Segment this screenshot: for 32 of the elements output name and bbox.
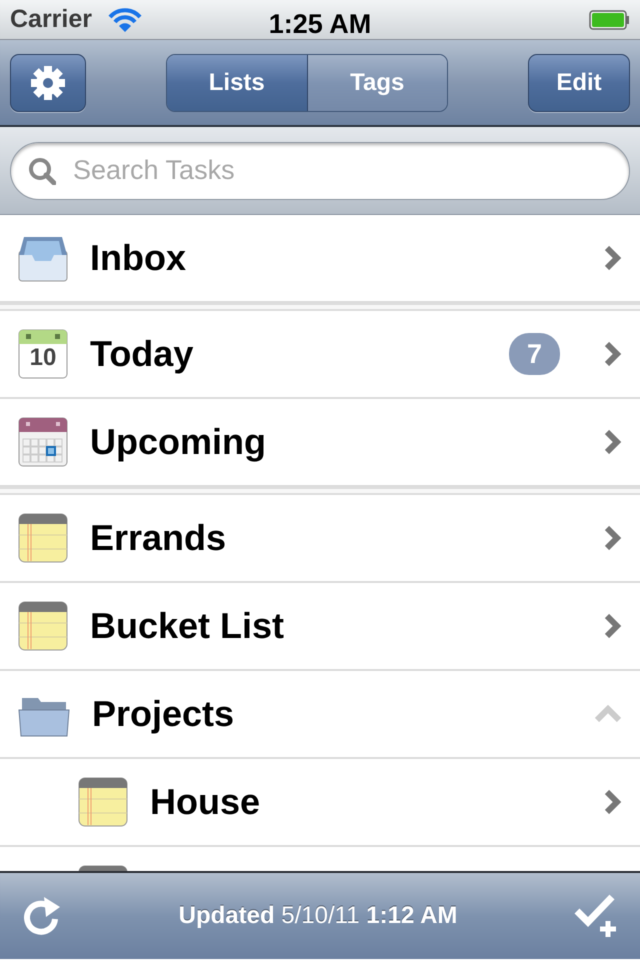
chevron-right-icon [604, 429, 622, 455]
list-row[interactable]: Errands [0, 495, 640, 583]
list-row[interactable]: Projects [0, 671, 640, 759]
search-field[interactable]: Search Tasks [10, 142, 630, 200]
search-icon [28, 156, 56, 184]
edit-button[interactable]: Edit [528, 54, 630, 112]
refresh-button[interactable] [22, 895, 62, 937]
count-badge: 7 [508, 332, 560, 376]
settings-button[interactable] [10, 54, 86, 112]
chevron-right-icon [604, 341, 622, 367]
chevron-right-icon [604, 245, 622, 271]
chevron-right-icon [604, 525, 622, 551]
chevron-right-icon [604, 789, 622, 815]
list-row[interactable]: House [0, 759, 640, 847]
carrier-name: Carrier [10, 4, 92, 35]
add-task-button[interactable] [574, 893, 618, 939]
notepad-icon [78, 777, 128, 827]
list-row[interactable]: 10 Today 7 [0, 311, 640, 399]
sync-status: Updated 5/10/11 1:12 AM [178, 901, 458, 931]
refresh-icon [22, 895, 62, 937]
wifi-icon [108, 6, 142, 32]
calendar-icon [18, 417, 68, 467]
status-time: 1:25 AM [268, 8, 372, 41]
checkmark-plus-icon [574, 893, 618, 939]
notepad-icon [18, 513, 68, 563]
list-row[interactable]: Bucket List [0, 583, 640, 671]
battery-icon [589, 10, 630, 30]
calendar-icon: 10 [18, 329, 68, 379]
chevron-right-icon [604, 613, 622, 639]
settings-icon [30, 64, 66, 100]
notepad-icon [18, 601, 68, 651]
segment-tab[interactable]: Lists [167, 54, 308, 110]
